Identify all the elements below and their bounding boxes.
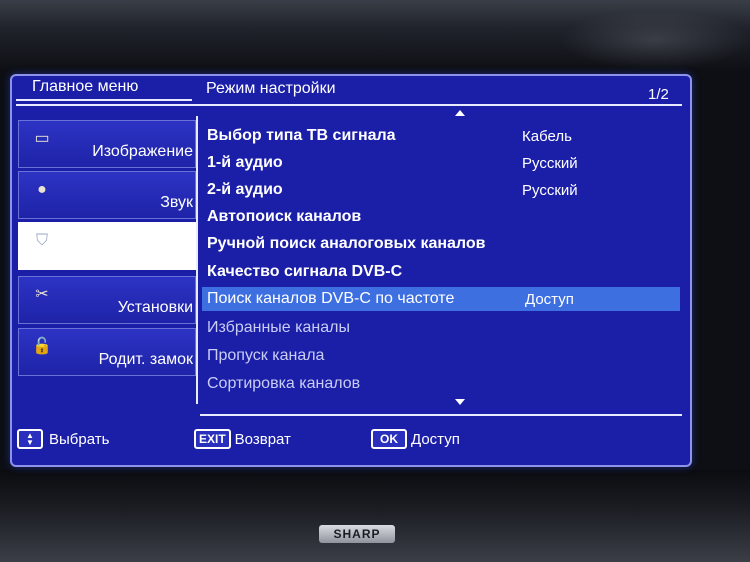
menu-row-signal-type[interactable]: Выбор типа ТВ сигнала Кабель bbox=[202, 124, 680, 148]
menu-row-manual-analog-search[interactable]: Ручной поиск аналоговых каналов bbox=[202, 232, 680, 256]
menu-row-channel-sort[interactable]: Сортировка каналов bbox=[202, 372, 680, 396]
menu-row-label: Избранные каналы bbox=[207, 319, 350, 336]
menu-row-auto-search[interactable]: Автопоиск каналов bbox=[202, 205, 680, 229]
footer-select-hint: ▲ ▼ Выбрать bbox=[17, 429, 109, 449]
tv-bezel-bottom bbox=[0, 470, 750, 562]
sidebar-item-parental-lock[interactable]: 🔓 Родит. замок bbox=[18, 328, 196, 376]
header-underline bbox=[16, 99, 192, 101]
speaker-icon: ● bbox=[37, 181, 47, 198]
sidebar-item-setup-mode[interactable]: ⛉ bbox=[18, 222, 196, 270]
shield-icon: ⛉ bbox=[35, 232, 48, 249]
lock-icon: 🔓 bbox=[32, 338, 52, 355]
scroll-up-arrow-icon[interactable] bbox=[455, 110, 465, 116]
scroll-down-arrow-icon[interactable] bbox=[455, 399, 465, 405]
brand-logo: SHARP bbox=[319, 525, 395, 543]
menu-row-label: 2-й аудио bbox=[207, 181, 283, 198]
menu-row-label: Качество сигнала DVB-C bbox=[207, 263, 403, 280]
menu-row-label: Ручной поиск аналоговых каналов bbox=[207, 235, 486, 252]
sidebar-item-settings[interactable]: ✂ Установки bbox=[18, 276, 196, 324]
footer-divider bbox=[200, 414, 682, 416]
exit-key-icon: EXIT bbox=[194, 429, 231, 449]
footer-ok-label: Доступ bbox=[411, 430, 460, 448]
tv-icon: ▭ bbox=[34, 130, 50, 147]
menu-row-label: Поиск каналов DVB-C по частоте bbox=[207, 290, 455, 307]
menu-row-favorite-channels[interactable]: Избранные каналы bbox=[202, 316, 680, 340]
menu-row-label: Автопоиск каналов bbox=[207, 208, 362, 225]
menu-row-label: Сортировка каналов bbox=[207, 375, 361, 392]
sidebar-item-sound[interactable]: ● Звук bbox=[18, 171, 196, 219]
footer-ok-hint: OK Доступ bbox=[371, 429, 460, 449]
sidebar-item-label: Родит. замок bbox=[98, 351, 193, 368]
page-indicator: 1/2 bbox=[648, 86, 669, 103]
main-menu-title: Главное меню bbox=[32, 78, 139, 95]
menu-row-audio-1[interactable]: 1-й аудио Русский bbox=[202, 151, 680, 175]
menu-row-label: Пропуск канала bbox=[207, 347, 325, 364]
sidebar-item-label: Звук bbox=[160, 194, 193, 211]
menu-row-audio-2[interactable]: 2-й аудио Русский bbox=[202, 178, 680, 202]
ok-key-icon: OK bbox=[371, 429, 407, 449]
sidebar-item-label: Установки bbox=[117, 299, 193, 316]
footer-exit-label: Возврат bbox=[234, 430, 291, 448]
screen-glare bbox=[560, 10, 750, 70]
menu-row-value: Доступ bbox=[525, 291, 574, 308]
menu-row-value: Русский bbox=[522, 182, 578, 199]
header-divider bbox=[16, 104, 682, 106]
wrench-icon: ✂ bbox=[35, 286, 49, 303]
menu-row-value: Кабель bbox=[522, 128, 572, 145]
page-title: Режим настройки bbox=[206, 80, 336, 97]
menu-row-dvbc-signal-quality[interactable]: Качество сигнала DVB-C bbox=[202, 260, 680, 284]
menu-row-value: Русский bbox=[522, 155, 578, 172]
menu-row-label: 1-й аудио bbox=[207, 154, 283, 171]
footer-exit-hint: EXIT Возврат bbox=[194, 429, 291, 449]
sidebar-item-label: Изображение bbox=[92, 143, 193, 160]
menu-row-channel-skip[interactable]: Пропуск канала bbox=[202, 344, 680, 368]
menu-row-label: Выбор типа ТВ сигнала bbox=[207, 127, 396, 144]
sidebar-item-picture[interactable]: ▭ Изображение bbox=[18, 120, 196, 168]
up-down-key-icon: ▲ ▼ bbox=[17, 429, 43, 449]
menu-row-dvbc-frequency-search[interactable]: Поиск каналов DVB-C по частоте Доступ bbox=[202, 287, 680, 311]
footer-select-label: Выбрать bbox=[49, 430, 110, 448]
